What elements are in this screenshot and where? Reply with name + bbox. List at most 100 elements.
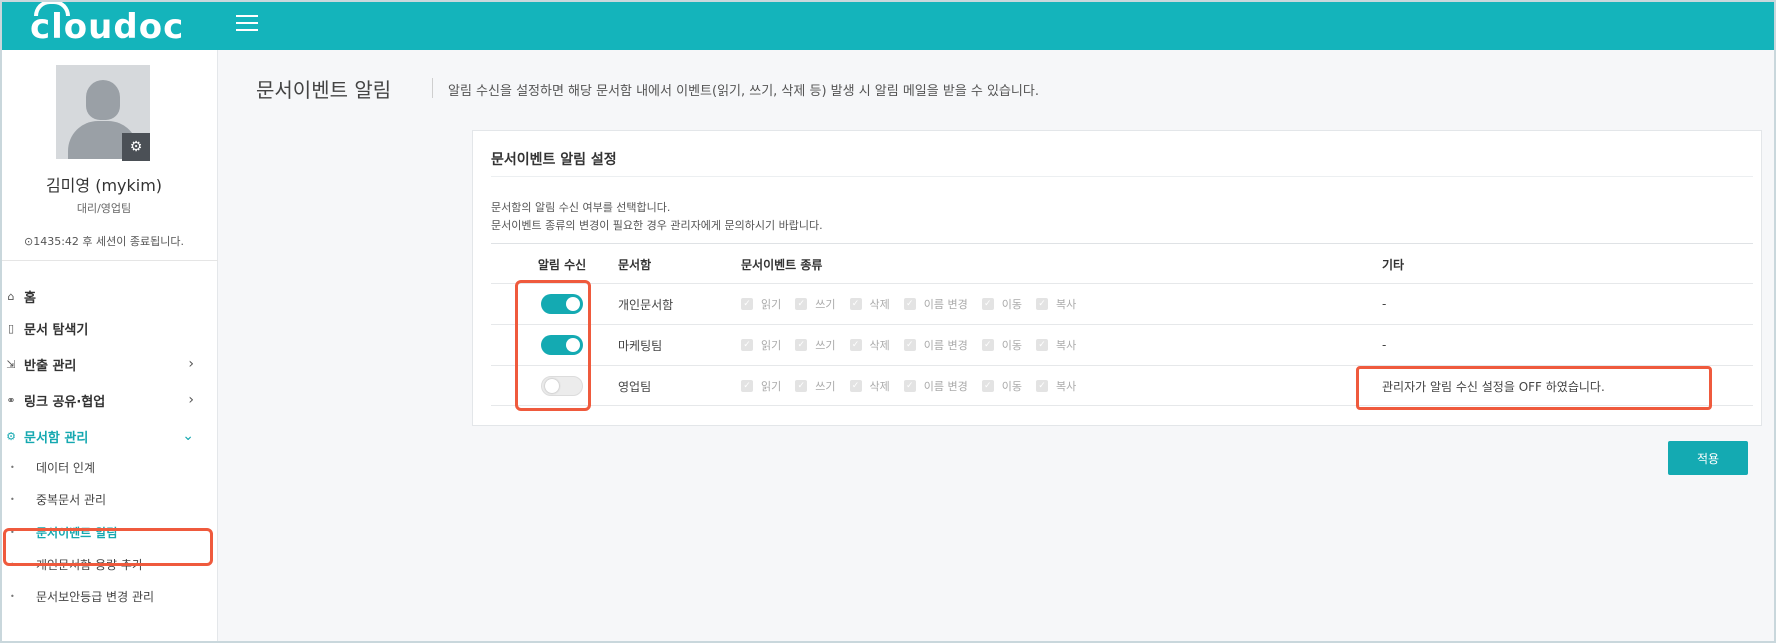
chevron-down-icon: ⌄ <box>182 428 194 444</box>
check-icon: ✓ <box>981 298 994 310</box>
bullet-icon: • <box>10 591 15 601</box>
app-window: cloudoc ⚙ 김미영 (mykim) 대리/영업팀 ⊙1435:42 후 … <box>0 0 1776 643</box>
card-info: 문서함의 알림 수신 여부를 선택합니다. <box>491 201 671 214</box>
check-icon: ✓ <box>903 339 916 351</box>
column-header-types: 문서이벤트 종류 <box>741 257 823 272</box>
table-header-row: 알림 수신 문서함 문서이벤트 종류 기타 <box>491 243 1753 283</box>
check-icon: ✓ <box>981 380 994 392</box>
box-name: 마케팅팀 <box>618 338 663 353</box>
check-icon: ✓ <box>741 380 753 392</box>
table-row: 마케팅팀 ✓ 읽기 ✓ 쓰기 ✓ 삭제 ✓ 이름 변경 ✓ 이동 ✓ 복사 - <box>491 324 1753 365</box>
checkbox-copy[interactable]: ✓ 복사 <box>1035 337 1076 353</box>
sidebar-item-label: 링크 공유·협업 <box>24 394 106 410</box>
checkbox-move[interactable]: ✓ 이동 <box>981 337 1022 353</box>
sidebar-subitem-duplicate-docs[interactable]: • 중복문서 관리 <box>10 486 214 512</box>
highlight-box <box>3 528 213 566</box>
sidebar-item-label: 문서 탐색기 <box>24 322 89 338</box>
table-row: 개인문서함 ✓ 읽기 ✓ 쓰기 ✓ 삭제 ✓ 이름 변경 ✓ 이동 ✓ 복사 - <box>491 283 1753 324</box>
checkbox-rename[interactable]: ✓ 이름 변경 <box>903 296 968 312</box>
checkbox-delete[interactable]: ✓ 삭제 <box>849 337 890 353</box>
apply-button[interactable]: 적용 <box>1668 441 1748 475</box>
checkbox-delete[interactable]: ✓ 삭제 <box>849 296 890 312</box>
checkbox-copy[interactable]: ✓ 복사 <box>1035 296 1076 312</box>
check-icon: ✓ <box>795 298 808 310</box>
column-header-box: 문서함 <box>618 257 652 272</box>
check-icon: ✓ <box>1035 339 1048 351</box>
highlight-box <box>515 280 591 411</box>
session-text: 1435:42 후 세션이 종료됩니다. <box>33 235 184 248</box>
check-icon: ✓ <box>903 298 916 310</box>
chevron-right-icon: › <box>188 392 194 408</box>
checkbox-write[interactable]: ✓ 쓰기 <box>795 378 836 394</box>
check-icon: ✓ <box>849 380 862 392</box>
event-types: ✓ 읽기 ✓ 쓰기 ✓ 삭제 ✓ 이름 변경 ✓ 이동 ✓ 복사 <box>741 325 1341 365</box>
sidebar-divider <box>2 260 218 261</box>
checkbox-read[interactable]: ✓ 읽기 <box>741 296 781 312</box>
check-icon: ✓ <box>849 298 862 310</box>
sidebar-item-export[interactable]: ⇲ 반출 관리 › <box>2 350 218 378</box>
card-title: 문서이벤트 알림 설정 <box>491 152 617 168</box>
checkbox-delete[interactable]: ✓ 삭제 <box>849 378 890 394</box>
clock-icon: ⊙ <box>24 235 34 248</box>
column-header-etc: 기타 <box>1382 257 1405 272</box>
checkbox-rename[interactable]: ✓ 이름 변경 <box>903 378 968 394</box>
checkbox-write[interactable]: ✓ 쓰기 <box>795 337 836 353</box>
sidebar-item-link-share[interactable]: ⚭ 링크 공유·협업 › <box>2 386 218 414</box>
card-info: 문서이벤트 종류의 변경이 필요한 경우 관리자에게 문의하시기 바랍니다. <box>491 219 823 232</box>
sidebar-item-box-management[interactable]: ⚙ 문서함 관리 ⌄ <box>2 422 218 450</box>
checkbox-write[interactable]: ✓ 쓰기 <box>795 296 836 312</box>
checkbox-rename[interactable]: ✓ 이름 변경 <box>903 337 968 353</box>
box-name: 영업팀 <box>618 379 652 394</box>
etc-text: - <box>1382 297 1387 311</box>
sidebar-item-label: 문서함 관리 <box>24 430 89 446</box>
checkbox-move[interactable]: ✓ 이동 <box>981 378 1022 394</box>
checkbox-read[interactable]: ✓ 읽기 <box>741 378 781 394</box>
checkbox-move[interactable]: ✓ 이동 <box>981 296 1022 312</box>
bullet-icon: • <box>10 494 15 504</box>
home-icon: ⌂ <box>7 289 15 303</box>
chevron-right-icon: › <box>188 356 194 372</box>
sidebar-subitem-security-level[interactable]: • 문서보안등급 변경 관리 <box>10 583 214 609</box>
sidebar-item-explorer[interactable]: ▯ 문서 탐색기 <box>2 314 218 342</box>
checkbox-copy[interactable]: ✓ 복사 <box>1035 378 1076 394</box>
sidebar-item-label: 홈 <box>24 290 36 306</box>
document-icon: ▯ <box>7 321 15 335</box>
check-icon: ✓ <box>795 380 808 392</box>
box-name: 개인문서함 <box>618 297 674 312</box>
title-divider <box>432 78 433 98</box>
cloudoc-logo[interactable]: cloudoc <box>30 2 184 48</box>
sidebar-subitem-label: 문서보안등급 변경 관리 <box>36 589 155 604</box>
check-icon: ✓ <box>903 380 916 392</box>
column-header-toggle: 알림 수신 <box>537 257 587 272</box>
checkbox-read[interactable]: ✓ 읽기 <box>741 337 781 353</box>
sidebar-subitem-data-handover[interactable]: • 데이터 인계 <box>10 454 214 480</box>
event-types: ✓ 읽기 ✓ 쓰기 ✓ 삭제 ✓ 이름 변경 ✓ 이동 ✓ 복사 <box>741 284 1341 324</box>
sidebar-item-label: 반출 관리 <box>24 358 77 374</box>
user-name: 김미영 (mykim) <box>45 176 163 195</box>
check-icon: ✓ <box>1035 380 1048 392</box>
bullet-icon: • <box>10 462 15 472</box>
top-bar: cloudoc <box>2 2 1774 50</box>
hamburger-icon[interactable] <box>236 15 258 33</box>
etc-text: - <box>1382 338 1387 352</box>
page-title: 문서이벤트 알림 <box>256 78 392 102</box>
user-dept: 대리/영업팀 <box>76 202 132 215</box>
card-divider <box>491 176 1753 177</box>
link-icon: ⚭ <box>6 393 16 407</box>
page-description: 알림 수신을 설정하면 해당 문서함 내에서 이벤트(읽기, 쓰기, 삭제 등)… <box>448 84 1039 99</box>
avatar-head <box>86 80 120 120</box>
sidebar-subitem-label: 중복문서 관리 <box>36 492 107 507</box>
check-icon: ✓ <box>1035 298 1048 310</box>
check-icon: ✓ <box>795 339 808 351</box>
check-icon: ✓ <box>981 339 994 351</box>
sidebar-item-home[interactable]: ⌂ 홈 <box>2 282 218 310</box>
cloud-icon <box>34 2 70 16</box>
highlight-box <box>1356 366 1712 410</box>
folder-gear-icon: ⚙ <box>6 429 16 443</box>
event-types: ✓ 읽기 ✓ 쓰기 ✓ 삭제 ✓ 이름 변경 ✓ 이동 ✓ 복사 <box>741 366 1341 406</box>
check-icon: ✓ <box>741 298 753 310</box>
gear-icon[interactable]: ⚙ <box>122 133 150 161</box>
check-icon: ✓ <box>849 339 862 351</box>
check-icon: ✓ <box>741 339 753 351</box>
sidebar-subitem-label: 데이터 인계 <box>36 460 96 475</box>
